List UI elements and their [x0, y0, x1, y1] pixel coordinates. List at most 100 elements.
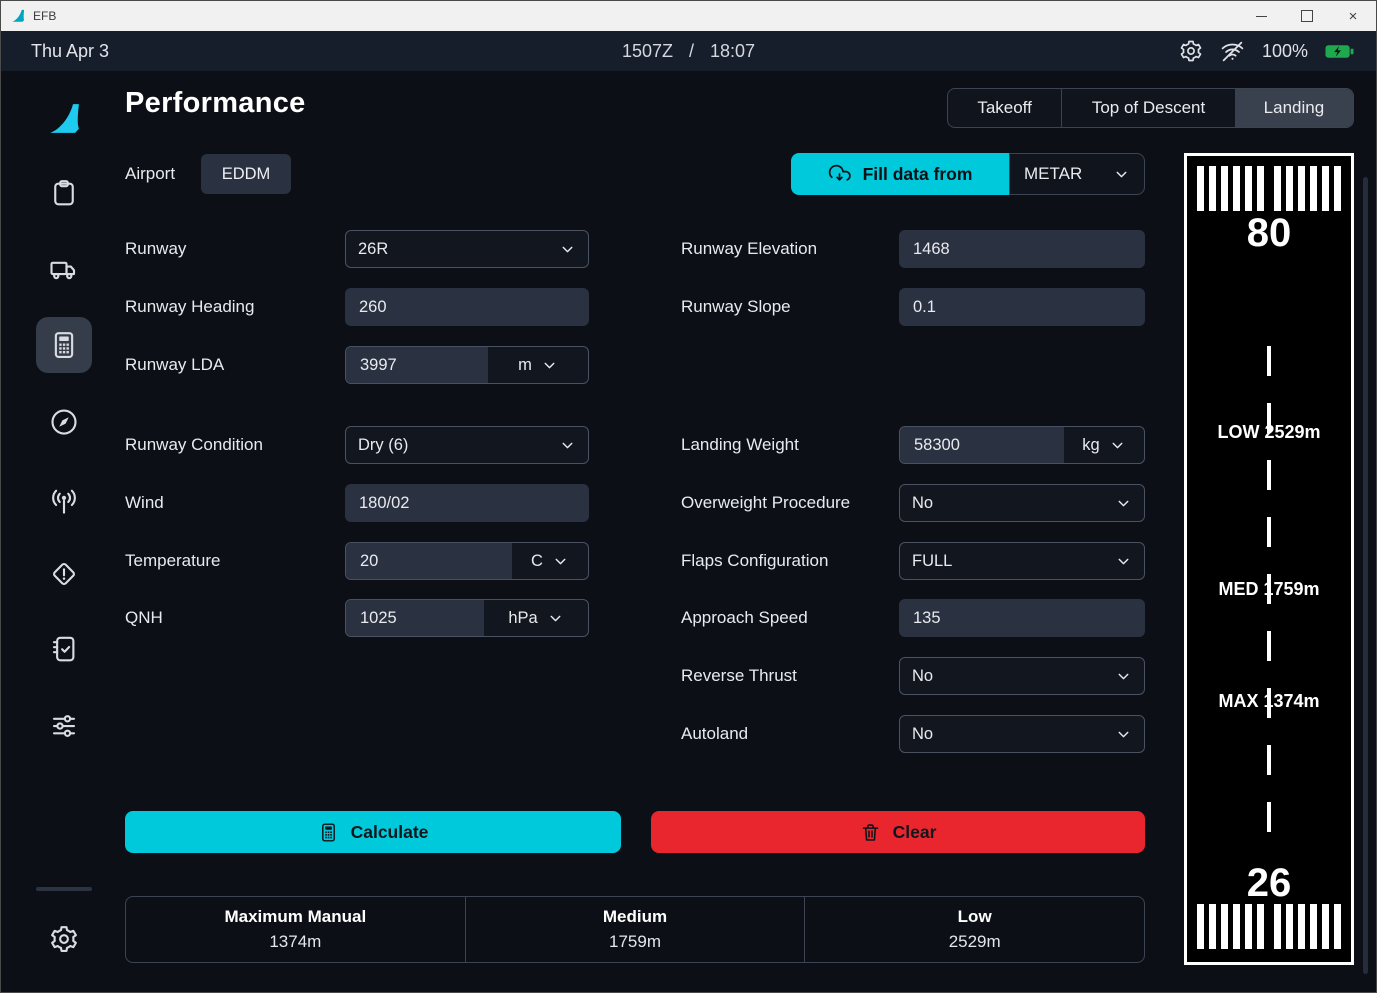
runway-stripe	[1209, 166, 1216, 211]
runway-stripe	[1197, 904, 1204, 949]
clear-button[interactable]: Clear	[651, 811, 1145, 853]
runway-heading-label: Runway Heading	[125, 288, 254, 326]
alert-diamond-icon	[49, 559, 79, 589]
calculator-icon	[318, 822, 339, 843]
tab-takeoff[interactable]: Takeoff	[948, 89, 1061, 127]
runway-lda-unit-select[interactable]: m	[488, 347, 588, 383]
sidebar-item-dispatch[interactable]	[36, 698, 92, 754]
sidebar-item-settings[interactable]	[36, 911, 92, 967]
temperature-unit-select[interactable]: C	[512, 543, 588, 579]
med-distance-marker: MED 1759m	[1187, 578, 1351, 600]
runway-stripe	[1310, 904, 1317, 949]
reverse-thrust-select[interactable]: No	[899, 657, 1145, 695]
approach-speed-input[interactable]: 135	[899, 599, 1145, 637]
landing-weight-unit: kg	[1082, 436, 1099, 455]
runway-slope-input[interactable]: 0.1	[899, 288, 1145, 326]
temperature-input[interactable]: 20	[346, 543, 512, 579]
window-title: EFB	[33, 9, 56, 23]
result-header: Medium	[603, 907, 667, 927]
runway-stripe	[1245, 904, 1252, 949]
flaps-configuration-select[interactable]: FULL	[899, 542, 1145, 580]
autoland-label: Autoland	[681, 715, 748, 753]
runway-visualization: 80 LOW 2529m MED 1759m MAX 1374m 26	[1184, 153, 1354, 965]
landing-weight-field: 58300 kg	[899, 426, 1145, 464]
chevron-down-icon	[559, 241, 576, 258]
runway-condition-select[interactable]: Dry (6)	[345, 426, 589, 464]
landing-weight-unit-select[interactable]: kg	[1064, 427, 1144, 463]
runway-far-designator: 80	[1187, 210, 1351, 256]
autoland-select[interactable]: No	[899, 715, 1145, 753]
chevron-down-icon	[1115, 726, 1132, 743]
runway-stripe	[1197, 166, 1204, 211]
runway-elevation-input[interactable]: 1468	[899, 230, 1145, 268]
runway-lda-unit: m	[518, 356, 532, 375]
sidebar-item-checklists[interactable]	[36, 621, 92, 677]
stripe-group	[1274, 166, 1341, 211]
overweight-procedure-label: Overweight Procedure	[681, 484, 850, 522]
runway-stripe	[1233, 166, 1240, 211]
approach-speed-label: Approach Speed	[681, 599, 808, 637]
minimize-button[interactable]	[1238, 1, 1284, 31]
result-low: Low 2529m	[804, 897, 1144, 962]
landing-weight-input[interactable]: 58300	[900, 427, 1064, 463]
runway-stripe	[1221, 904, 1228, 949]
runway-stripe	[1274, 904, 1281, 949]
result-header: Low	[958, 907, 992, 927]
result-value: 1374m	[269, 932, 321, 952]
airport-input[interactable]: EDDM	[201, 154, 291, 194]
sidebar-item-ground-services[interactable]	[36, 241, 92, 297]
airport-label: Airport	[125, 154, 175, 194]
runway-stripe	[1298, 166, 1305, 211]
overweight-procedure-select[interactable]: No	[899, 484, 1145, 522]
runway-stripe	[1298, 904, 1305, 949]
max-distance-marker: MAX 1374m	[1187, 690, 1351, 712]
runway-near-designator: 26	[1187, 860, 1351, 906]
low-distance-marker: LOW 2529m	[1187, 421, 1351, 443]
fill-source-value: METAR	[1024, 164, 1082, 184]
sidebar-item-atc[interactable]	[36, 474, 92, 530]
qnh-unit-select[interactable]: hPa	[484, 600, 588, 636]
truck-icon	[49, 254, 79, 284]
qnh-input[interactable]: 1025	[346, 600, 484, 636]
chevron-down-icon	[1109, 437, 1126, 454]
stripe-group	[1274, 904, 1341, 949]
sidebar-item-navigation[interactable]	[36, 394, 92, 450]
maximize-button[interactable]	[1284, 1, 1330, 31]
runway-stripe	[1334, 166, 1341, 211]
fill-button-label: Fill data from	[863, 164, 973, 185]
runway-stripe	[1334, 904, 1341, 949]
airline-tail-logo	[36, 91, 92, 147]
clock-separator: /	[689, 41, 694, 62]
result-medium: Medium 1759m	[465, 897, 805, 962]
scrollbar[interactable]	[1363, 177, 1368, 974]
runway-threshold-stripes-near	[1187, 904, 1351, 949]
runway-select[interactable]: 26R	[345, 230, 589, 268]
page-title: Performance	[125, 87, 306, 120]
calculate-button[interactable]: Calculate	[125, 811, 621, 853]
tab-landing[interactable]: Landing	[1235, 89, 1353, 127]
window-titlebar[interactable]: EFB ×	[1, 1, 1376, 31]
wind-label: Wind	[125, 484, 164, 522]
result-maximum-manual: Maximum Manual 1374m	[126, 897, 465, 962]
close-icon: ×	[1349, 9, 1358, 24]
sidebar-item-failures[interactable]	[36, 546, 92, 602]
fill-data-from-button[interactable]: Fill data from	[791, 153, 1009, 195]
sliders-icon	[49, 711, 79, 741]
cloud-download-icon	[828, 163, 851, 186]
settings-gear-icon[interactable]	[1179, 39, 1203, 63]
wind-input[interactable]: 180/02	[345, 484, 589, 522]
runway-heading-input[interactable]: 260	[345, 288, 589, 326]
runway-stripe	[1310, 166, 1317, 211]
chevron-down-icon	[1115, 553, 1132, 570]
chevron-down-icon	[1115, 668, 1132, 685]
runway-lda-input[interactable]: 3997	[346, 347, 488, 383]
fill-source-select[interactable]: METAR	[1009, 153, 1145, 195]
flaps-configuration-label: Flaps Configuration	[681, 542, 828, 580]
landing-distance-results: Maximum Manual 1374m Medium 1759m Low 25…	[125, 896, 1145, 963]
tab-top-of-descent[interactable]: Top of Descent	[1061, 89, 1235, 127]
landing-weight-label: Landing Weight	[681, 426, 799, 464]
sidebar-item-flight-clipboard[interactable]	[36, 165, 92, 221]
close-button[interactable]: ×	[1330, 1, 1376, 31]
overweight-procedure-value: No	[912, 494, 933, 513]
sidebar-item-performance[interactable]	[36, 317, 92, 373]
